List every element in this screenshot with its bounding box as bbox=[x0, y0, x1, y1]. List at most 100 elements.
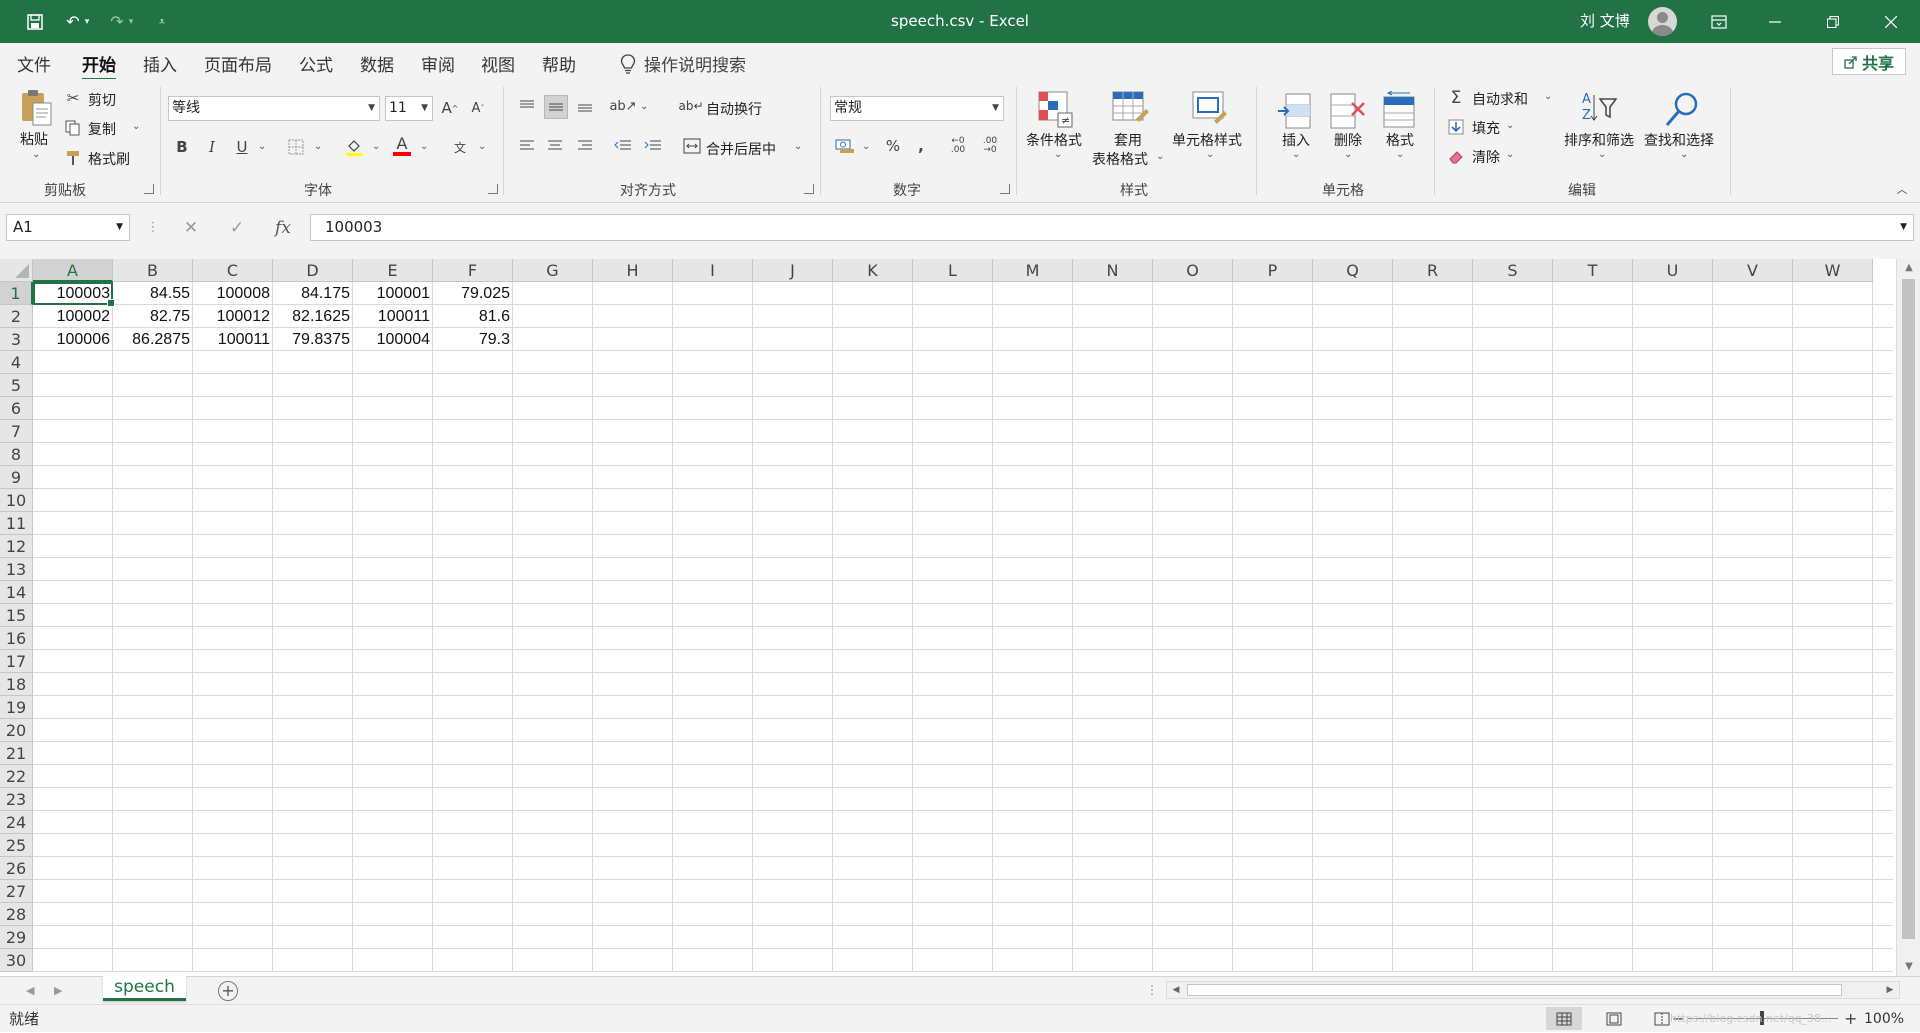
row-header-5[interactable]: 5 bbox=[0, 374, 33, 397]
cell-a3[interactable]: 100006 bbox=[33, 328, 113, 351]
column-header-w[interactable]: W bbox=[1793, 259, 1873, 282]
column-header-v[interactable]: V bbox=[1713, 259, 1793, 282]
row-header-6[interactable]: 6 bbox=[0, 397, 33, 420]
borders-icon[interactable] bbox=[286, 137, 306, 157]
row-header-21[interactable]: 21 bbox=[0, 742, 33, 765]
scroll-right-icon[interactable]: ▶ bbox=[1881, 982, 1899, 998]
cut-label[interactable]: 剪切 bbox=[88, 90, 116, 110]
column-header-t[interactable]: T bbox=[1553, 259, 1633, 282]
close-icon[interactable] bbox=[1868, 0, 1914, 43]
cell-b1[interactable]: 84.55 bbox=[113, 282, 193, 305]
fill-color-dropdown-icon[interactable]: ⌄ bbox=[372, 141, 380, 152]
percent-button[interactable]: % bbox=[882, 135, 904, 157]
tab-insert[interactable]: 插入 bbox=[143, 51, 177, 76]
accounting-dropdown-icon[interactable]: ⌄ bbox=[862, 141, 870, 152]
save-icon[interactable] bbox=[22, 0, 48, 43]
user-name[interactable]: 刘 文博 bbox=[1580, 0, 1630, 43]
row-header-10[interactable]: 10 bbox=[0, 489, 33, 512]
row-header-13[interactable]: 13 bbox=[0, 558, 33, 581]
tab-data[interactable]: 数据 bbox=[360, 51, 394, 76]
row-header-3[interactable]: 3 bbox=[0, 328, 33, 351]
column-header-l[interactable]: L bbox=[913, 259, 993, 282]
horizontal-scroll-thumb[interactable] bbox=[1187, 984, 1842, 996]
row-header-1[interactable]: 1 bbox=[0, 282, 33, 305]
decrease-decimal-icon[interactable]: .00 →0 bbox=[978, 135, 1002, 157]
insert-cells-dropdown-icon[interactable]: ⌄ bbox=[1292, 149, 1300, 160]
column-header-c[interactable]: C bbox=[193, 259, 273, 282]
cell-a1[interactable]: 100003 bbox=[33, 282, 113, 305]
cell-f1[interactable]: 79.025 bbox=[433, 282, 513, 305]
column-header-n[interactable]: N bbox=[1073, 259, 1153, 282]
fill-icon[interactable] bbox=[1446, 117, 1466, 137]
decrease-font-size-icon[interactable]: Aˇ bbox=[468, 98, 488, 118]
share-button[interactable]: 共享 bbox=[1832, 48, 1906, 75]
row-header-4[interactable]: 4 bbox=[0, 351, 33, 374]
row-header-30[interactable]: 30 bbox=[0, 949, 33, 972]
cell-c1[interactable]: 100008 bbox=[193, 282, 273, 305]
align-right-icon[interactable] bbox=[574, 135, 596, 157]
row-header-23[interactable]: 23 bbox=[0, 788, 33, 811]
row-header-15[interactable]: 15 bbox=[0, 604, 33, 627]
row-header-25[interactable]: 25 bbox=[0, 834, 33, 857]
font-name-select[interactable]: 等线 ▼ bbox=[168, 96, 380, 121]
phonetic-dropdown-icon[interactable]: ⌄ bbox=[478, 141, 486, 152]
conditional-formatting-icon[interactable]: ≠ bbox=[1036, 89, 1076, 129]
autosum-label[interactable]: 自动求和 bbox=[1472, 89, 1528, 109]
paste-label[interactable]: 粘贴 bbox=[20, 129, 48, 149]
number-launcher-icon[interactable] bbox=[1000, 184, 1010, 194]
next-sheet-icon[interactable]: ▶ bbox=[54, 977, 62, 1004]
fill-dropdown-icon[interactable]: ⌄ bbox=[1506, 120, 1514, 131]
tab-file[interactable]: 文件 bbox=[17, 51, 51, 76]
column-header-h[interactable]: H bbox=[593, 259, 673, 282]
more-options-icon[interactable]: ⋮ bbox=[138, 214, 168, 241]
sheet-tab-speech[interactable]: speech bbox=[103, 976, 186, 1001]
middle-align-icon[interactable] bbox=[544, 95, 568, 119]
row-header-29[interactable]: 29 bbox=[0, 926, 33, 949]
copy-dropdown-icon[interactable]: ⌄ bbox=[132, 121, 140, 132]
row-header-2[interactable]: 2 bbox=[0, 305, 33, 328]
column-header-i[interactable]: I bbox=[673, 259, 753, 282]
scissors-icon[interactable]: ✂ bbox=[64, 89, 82, 107]
column-header-e[interactable]: E bbox=[353, 259, 433, 282]
column-header-m[interactable]: M bbox=[993, 259, 1073, 282]
format-painter-label[interactable]: 格式刷 bbox=[88, 149, 130, 169]
format-cells-icon[interactable] bbox=[1380, 91, 1420, 131]
scroll-down-icon[interactable]: ▼ bbox=[1897, 958, 1920, 976]
format-painter-icon[interactable] bbox=[64, 149, 82, 167]
insert-cells-icon[interactable] bbox=[1276, 91, 1316, 131]
tab-page-layout[interactable]: 页面布局 bbox=[204, 51, 272, 76]
row-header-11[interactable]: 11 bbox=[0, 512, 33, 535]
align-left-icon[interactable] bbox=[516, 135, 538, 157]
zoom-in-icon[interactable]: + bbox=[1844, 1005, 1857, 1033]
align-center-icon[interactable] bbox=[544, 135, 566, 157]
font-launcher-icon[interactable] bbox=[488, 184, 498, 194]
cell-a2[interactable]: 100002 bbox=[33, 305, 113, 328]
cell-e2[interactable]: 100011 bbox=[353, 305, 433, 328]
column-header-b[interactable]: B bbox=[113, 259, 193, 282]
column-header-g[interactable]: G bbox=[513, 259, 593, 282]
font-color-icon[interactable]: A bbox=[392, 135, 412, 157]
column-header-p[interactable]: P bbox=[1233, 259, 1313, 282]
phonetic-guide-icon[interactable]: 文 bbox=[450, 137, 470, 157]
row-header-8[interactable]: 8 bbox=[0, 443, 33, 466]
row-header-27[interactable]: 27 bbox=[0, 880, 33, 903]
format-cells-dropdown-icon[interactable]: ⌄ bbox=[1396, 149, 1404, 160]
column-header-s[interactable]: S bbox=[1473, 259, 1553, 282]
cell-b2[interactable]: 82.75 bbox=[113, 305, 193, 328]
column-header-o[interactable]: O bbox=[1153, 259, 1233, 282]
format-as-table-label-1[interactable]: 套用 bbox=[1114, 130, 1142, 150]
delete-cells-icon[interactable] bbox=[1328, 91, 1368, 131]
fill-label[interactable]: 填充 bbox=[1472, 118, 1500, 138]
page-layout-view-icon[interactable] bbox=[1596, 1007, 1632, 1030]
borders-dropdown-icon[interactable]: ⌄ bbox=[314, 141, 322, 152]
cell-d2[interactable]: 82.1625 bbox=[273, 305, 353, 328]
row-header-12[interactable]: 12 bbox=[0, 535, 33, 558]
row-header-20[interactable]: 20 bbox=[0, 719, 33, 742]
row-header-17[interactable]: 17 bbox=[0, 650, 33, 673]
wrap-text-icon[interactable]: ab↵ bbox=[678, 96, 703, 116]
cell-c3[interactable]: 100011 bbox=[193, 328, 273, 351]
avatar[interactable] bbox=[1648, 7, 1677, 36]
top-align-icon[interactable] bbox=[516, 95, 538, 117]
underline-button[interactable]: U bbox=[232, 137, 252, 157]
scroll-up-icon[interactable]: ▲ bbox=[1897, 259, 1920, 277]
